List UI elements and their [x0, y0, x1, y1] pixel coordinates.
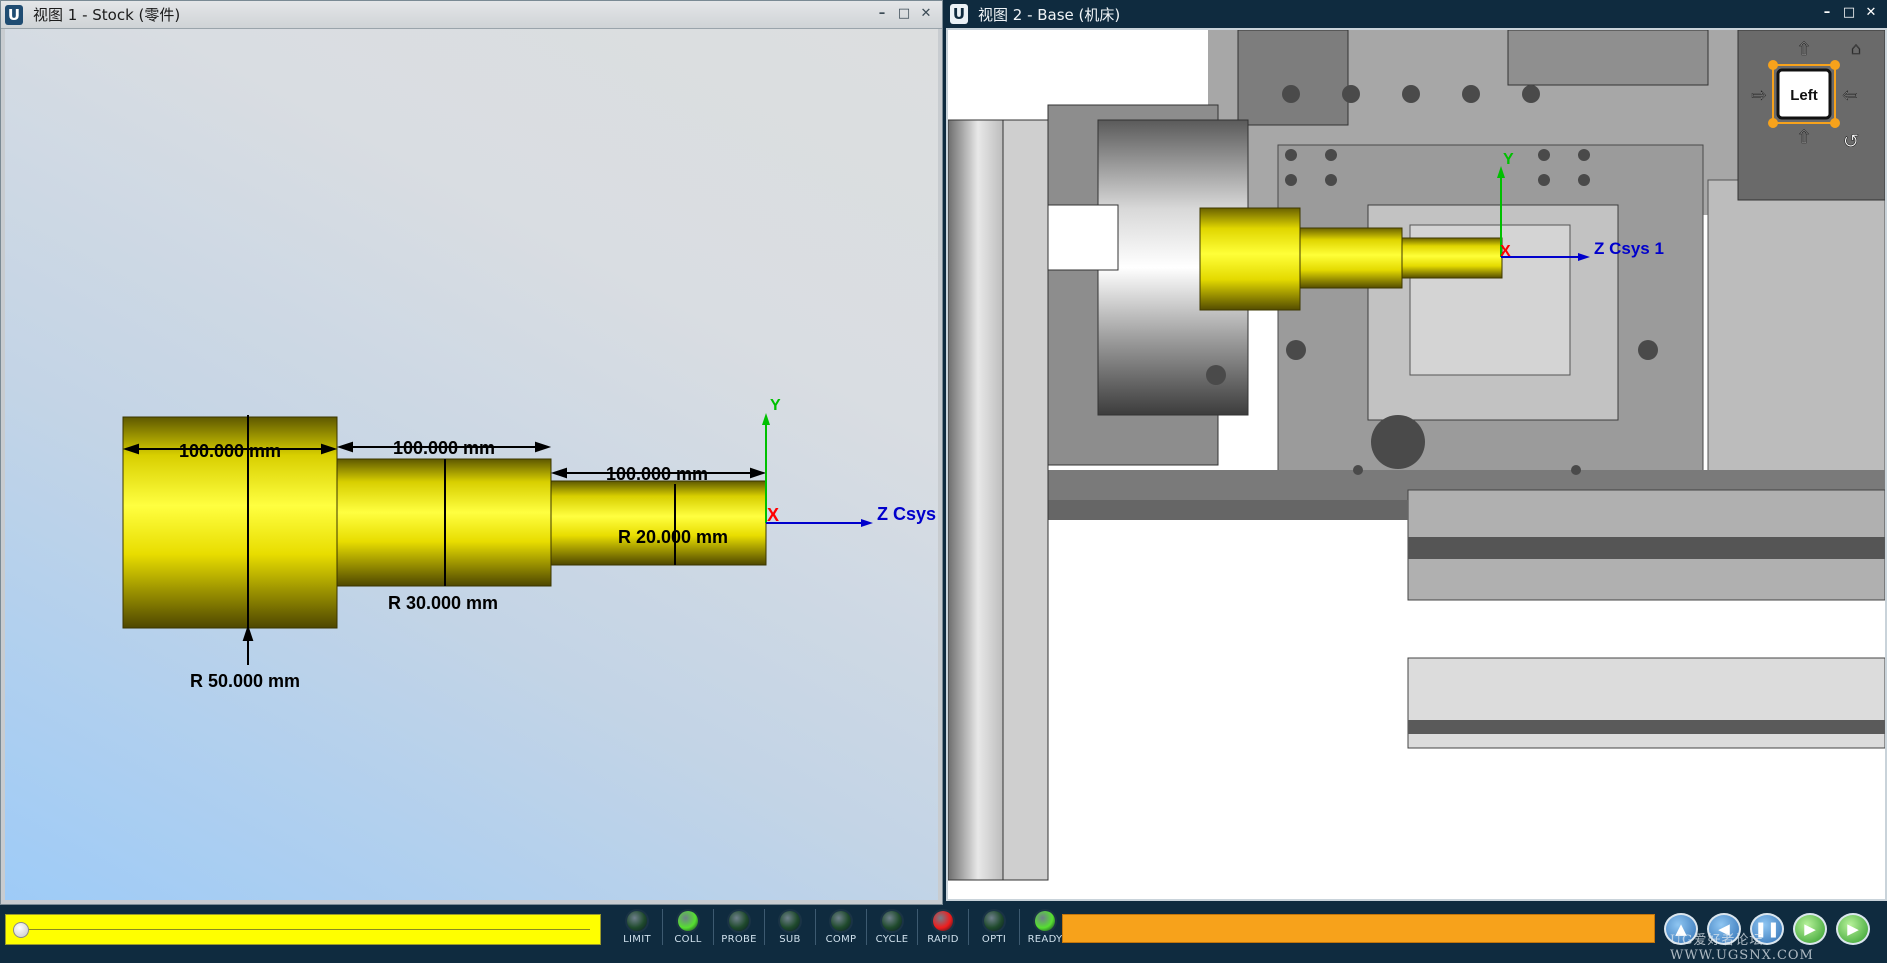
maximize-icon[interactable]: □ [1841, 4, 1857, 20]
app-logo-icon: U [950, 4, 968, 24]
view-1-window: U 视图 1 - Stock (零件) – □ ✕ 100.000 mm 100… [0, 0, 943, 905]
dim-length-3: 100.000 mm [606, 464, 708, 484]
stock-viewport[interactable]: 100.000 mm 100.000 mm 100.000 mm R 20.00… [5, 29, 938, 900]
view-1-titlebar[interactable]: U 视图 1 - Stock (零件) – □ ✕ [1, 1, 942, 29]
minimize-icon[interactable]: – [1819, 4, 1835, 20]
rewind-icon[interactable]: ◀ [1707, 913, 1741, 945]
workpiece-step-large [1199, 207, 1301, 311]
indicator-limit: LIMIT [612, 909, 662, 945]
chuck-block [1047, 204, 1119, 271]
view-1-title: 视图 1 - Stock (零件) [33, 6, 181, 24]
led-coll-icon [678, 911, 698, 931]
spindle-face [1002, 119, 1049, 881]
view-2-titlebar[interactable]: U 视图 2 - Base (机床) – □ ✕ [946, 0, 1887, 28]
view-2-title: 视图 2 - Base (机床) [978, 5, 1121, 24]
progress-line [20, 929, 590, 930]
view-up-icon[interactable]: ⇧ [1796, 39, 1812, 60]
led-cycle-icon [882, 911, 902, 931]
simulation-progress-slider[interactable] [5, 914, 601, 945]
step-forward-icon[interactable]: ▶ [1793, 913, 1827, 945]
indicator-comp: COMP [815, 909, 866, 945]
machine-scene: Y Z Csys 1 X Left ⇧ ⇧ ⇨ ⇦ ⌂ ↺ [948, 30, 1885, 881]
indicator-label: COLL [674, 934, 702, 945]
indicator-rapid: RAPID [917, 909, 968, 945]
y-axis-arrow [762, 413, 770, 425]
z-axis-label: Z Csys [877, 504, 936, 524]
top-rail [1507, 30, 1709, 86]
indicator-label: RAPID [927, 934, 959, 945]
led-limit-icon [627, 911, 647, 931]
dim-radius-2: R 30.000 mm [388, 593, 498, 613]
x-axis-label: X [1500, 243, 1511, 260]
dim-length-1: 100.000 mm [179, 441, 281, 461]
app-logo-icon: U [5, 4, 23, 25]
led-opti-icon [984, 911, 1004, 931]
minimize-icon[interactable]: – [874, 5, 890, 21]
status-indicators: LIMIT COLL PROBE SUB COMP CYCLE RAPID OPTI READY [612, 909, 1070, 945]
indicator-label: OPTI [981, 934, 1007, 945]
view-down-icon[interactable]: ⇧ [1796, 127, 1812, 148]
led-probe-icon [729, 911, 749, 931]
view-right-icon[interactable]: ⇦ [1842, 85, 1858, 106]
status-message-bar [1062, 914, 1655, 943]
indicator-cycle: CYCLE [866, 909, 917, 945]
dim-radius-3: R 20.000 mm [618, 527, 728, 547]
indicator-label: SUB [779, 934, 801, 945]
indicator-label: PROBE [721, 934, 757, 945]
led-sub-icon [780, 911, 800, 931]
part-step-small [550, 480, 767, 566]
workpiece-step-medium [1299, 227, 1403, 289]
dim-radius-1: R 50.000 mm [190, 671, 300, 691]
machine-viewport[interactable]: Y Z Csys 1 X Left ⇧ ⇧ ⇨ ⇦ ⌂ ↺ [946, 28, 1887, 901]
z-axis-arrow [861, 519, 873, 527]
base-lower-stripe [1408, 720, 1885, 734]
view-cube-label: Left [1790, 87, 1818, 104]
led-rapid-icon [933, 911, 953, 931]
rotate-view-icon[interactable]: ↺ [1842, 131, 1860, 154]
indicator-label: CYCLE [875, 934, 909, 945]
view-left-icon[interactable]: ⇨ [1751, 85, 1767, 106]
tool-block [1237, 30, 1349, 126]
x-axis-label: X [767, 505, 779, 525]
stock-scene: 100.000 mm 100.000 mm 100.000 mm R 20.00… [122, 397, 936, 691]
indicator-label: COMP [825, 934, 857, 945]
pause-icon[interactable]: ❚❚ [1750, 913, 1784, 945]
play-icon[interactable]: ▶ [1836, 913, 1870, 945]
playback-controls: ▲ ◀ ❚❚ ▶ ▶ [1664, 913, 1870, 945]
indicator-probe: PROBE [713, 909, 764, 945]
z-axis-label: Z Csys 1 [1594, 239, 1664, 258]
indicator-coll: COLL [662, 909, 713, 945]
view-2-window: U 视图 2 - Base (机床) – □ ✕ Y Z Csys 1 X Le… [946, 0, 1887, 905]
step-back-icon[interactable]: ▲ [1664, 913, 1698, 945]
indicator-sub: SUB [764, 909, 815, 945]
indicator-label: READY [1027, 934, 1063, 945]
base-stripe [1408, 537, 1885, 559]
progress-slider-knob[interactable] [13, 922, 29, 938]
indicator-label: LIMIT [623, 934, 651, 945]
spindle-band [1048, 500, 1408, 520]
simulation-control-bar: LIMIT COLL PROBE SUB COMP CYCLE RAPID OPTI READY… [0, 905, 1887, 952]
y-axis-label: Y [1503, 151, 1514, 168]
y-axis-label: Y [770, 397, 781, 414]
close-icon[interactable]: ✕ [918, 5, 934, 21]
indicator-opti: OPTI [968, 909, 1019, 945]
right-column [1707, 179, 1885, 501]
base-lower [1407, 657, 1885, 749]
led-ready-icon [1035, 911, 1055, 931]
home-view-icon[interactable]: ⌂ [1851, 39, 1862, 59]
dim-length-2: 100.000 mm [393, 438, 495, 458]
led-comp-icon [831, 911, 851, 931]
close-icon[interactable]: ✕ [1863, 4, 1879, 20]
workpiece-step-small [1401, 237, 1503, 279]
maximize-icon[interactable]: □ [896, 5, 912, 21]
